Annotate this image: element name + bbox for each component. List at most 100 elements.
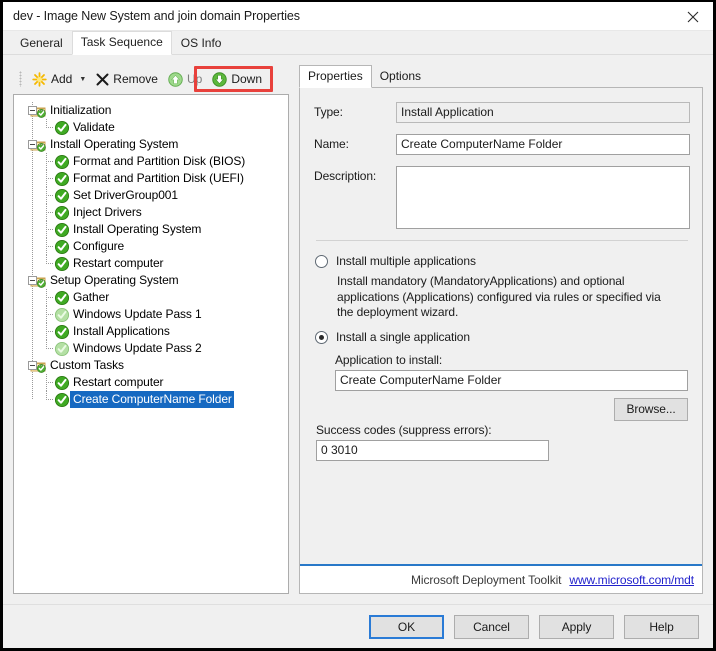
move-up-label: Up [186, 72, 203, 86]
cancel-button[interactable]: Cancel [454, 614, 529, 639]
close-x-icon [96, 73, 109, 86]
install-single-row[interactable]: Install a single application [314, 330, 690, 345]
tree-connector [46, 127, 54, 128]
tree-group[interactable]: Install Operating System [14, 136, 288, 153]
ok-button[interactable]: OK [369, 614, 444, 639]
application-to-install-input[interactable]: Create ComputerName Folder [335, 369, 688, 391]
tree-collapse-toggle[interactable] [28, 361, 37, 370]
tree-item[interactable]: Gather [14, 289, 288, 306]
tab-os-info[interactable]: OS Info [172, 33, 231, 54]
tree-item-label: Install Operating System [50, 137, 179, 151]
tree-item[interactable]: Validate [14, 119, 288, 136]
mdt-footer-text: Microsoft Deployment Toolkit [411, 572, 562, 587]
check-circle-icon [54, 120, 70, 136]
properties-form: Type: Install Application Name: Create C… [300, 88, 702, 564]
tree-item[interactable]: Windows Update Pass 2 [14, 340, 288, 357]
tree-item[interactable]: Restart computer [14, 374, 288, 391]
browse-row: Browse... [314, 397, 688, 421]
apply-button[interactable]: Apply [539, 614, 614, 639]
tree-item-label: Validate [73, 120, 115, 134]
success-codes-label: Success codes (suppress errors): [316, 422, 492, 437]
tree-connector [46, 229, 54, 230]
arrow-down-icon [212, 71, 228, 87]
name-label: Name: [314, 137, 349, 151]
radio-install-single[interactable] [315, 330, 328, 344]
browse-button[interactable]: Browse... [614, 397, 688, 421]
tree-item-label: Restart computer [73, 256, 164, 270]
description-input[interactable] [396, 166, 690, 229]
tree-item[interactable]: Install Applications [14, 323, 288, 340]
task-sequence-pane: Add ▼ Remove Up Down Initialization Vali… [13, 61, 289, 604]
details-tab-bar: Properties Options [299, 65, 703, 88]
tree-connector [46, 212, 54, 213]
remove-label: Remove [113, 72, 158, 86]
tree-item-label: Install Operating System [73, 222, 202, 236]
tree-item[interactable]: Windows Update Pass 1 [14, 306, 288, 323]
details-pane: Properties Options Type: Install Applica… [299, 61, 703, 604]
mdt-footer-link[interactable]: www.microsoft.com/mdt [569, 573, 694, 587]
tree-item-label: Format and Partition Disk (BIOS) [73, 154, 246, 168]
tree-item[interactable]: Inject Drivers [14, 204, 288, 221]
install-single-label: Install a single application [336, 329, 470, 344]
tree-connector [46, 263, 54, 264]
tree-group[interactable]: Custom Tasks [14, 357, 288, 374]
move-up-button[interactable]: Up [163, 68, 207, 90]
dialog-body: Add ▼ Remove Up Down Initialization Vali… [3, 55, 713, 604]
mdt-footer: Microsoft Deployment Toolkit www.microso… [300, 564, 702, 593]
radio-install-multiple[interactable] [315, 255, 328, 268]
tree-connector [46, 314, 54, 315]
tree-item[interactable]: Install Operating System [14, 221, 288, 238]
check-circle-disabled-icon [54, 341, 70, 357]
tree-item[interactable]: Configure [14, 238, 288, 255]
tree-connector [39, 110, 45, 111]
tree-connector [46, 161, 54, 162]
tree-collapse-toggle[interactable] [28, 276, 37, 285]
check-circle-icon [54, 222, 70, 238]
success-codes-input[interactable]: 0 3010 [316, 439, 549, 461]
tree-item-label: Create ComputerName Folder [70, 391, 234, 408]
tree-connector [46, 331, 54, 332]
tree-item[interactable]: Set DriverGroup001 [14, 187, 288, 204]
tree-item[interactable]: Create ComputerName Folder [14, 391, 288, 408]
tree-item-label: Gather [73, 290, 110, 304]
tab-options[interactable]: Options [372, 66, 429, 87]
tree-item-label: Setup Operating System [50, 273, 179, 287]
tree-collapse-toggle[interactable] [28, 140, 37, 149]
task-sequence-tree[interactable]: Initialization Validate Install Operating … [13, 94, 289, 594]
tab-general[interactable]: General [11, 33, 72, 54]
tree-item[interactable]: Format and Partition Disk (UEFI) [14, 170, 288, 187]
check-circle-icon [54, 375, 70, 391]
tree-item-label: Inject Drivers [73, 205, 142, 219]
install-multiple-row[interactable]: Install multiple applications [314, 254, 690, 269]
type-value: Install Application [396, 102, 690, 123]
tree-connector [46, 399, 54, 400]
check-circle-icon [54, 256, 70, 272]
tree-item-label: Custom Tasks [50, 358, 124, 372]
tab-task-sequence[interactable]: Task Sequence [71, 31, 172, 55]
name-row: Name: Create ComputerName Folder [314, 134, 690, 155]
tree-item[interactable]: Restart computer [14, 255, 288, 272]
tree-item-label: Format and Partition Disk (UEFI) [73, 171, 244, 185]
tree-collapse-toggle[interactable] [28, 106, 37, 115]
remove-button[interactable]: Remove [91, 68, 163, 90]
tree-item-label: Initialization [50, 103, 112, 117]
name-input[interactable]: Create ComputerName Folder [396, 134, 690, 155]
add-button[interactable]: Add ▼ [27, 68, 91, 90]
toolbar-grip [19, 71, 22, 87]
tab-properties[interactable]: Properties [299, 65, 372, 88]
help-button[interactable]: Help [624, 614, 699, 639]
move-down-button[interactable]: Down [207, 68, 267, 90]
close-icon[interactable] [673, 2, 713, 31]
add-starburst-icon [32, 71, 47, 87]
tree-connector [46, 246, 54, 247]
form-divider [316, 240, 688, 241]
tree-connector [46, 382, 54, 383]
tree-item[interactable]: Format and Partition Disk (BIOS) [14, 153, 288, 170]
tree-group[interactable]: Initialization [14, 102, 288, 119]
chevron-down-icon[interactable]: ▼ [79, 76, 86, 83]
tab-bar: General Task Sequence OS Info [3, 31, 713, 55]
tree-group[interactable]: Setup Operating System [14, 272, 288, 289]
check-circle-icon [54, 171, 70, 187]
check-circle-icon [54, 239, 70, 255]
application-to-install-label: Application to install: [335, 352, 443, 367]
